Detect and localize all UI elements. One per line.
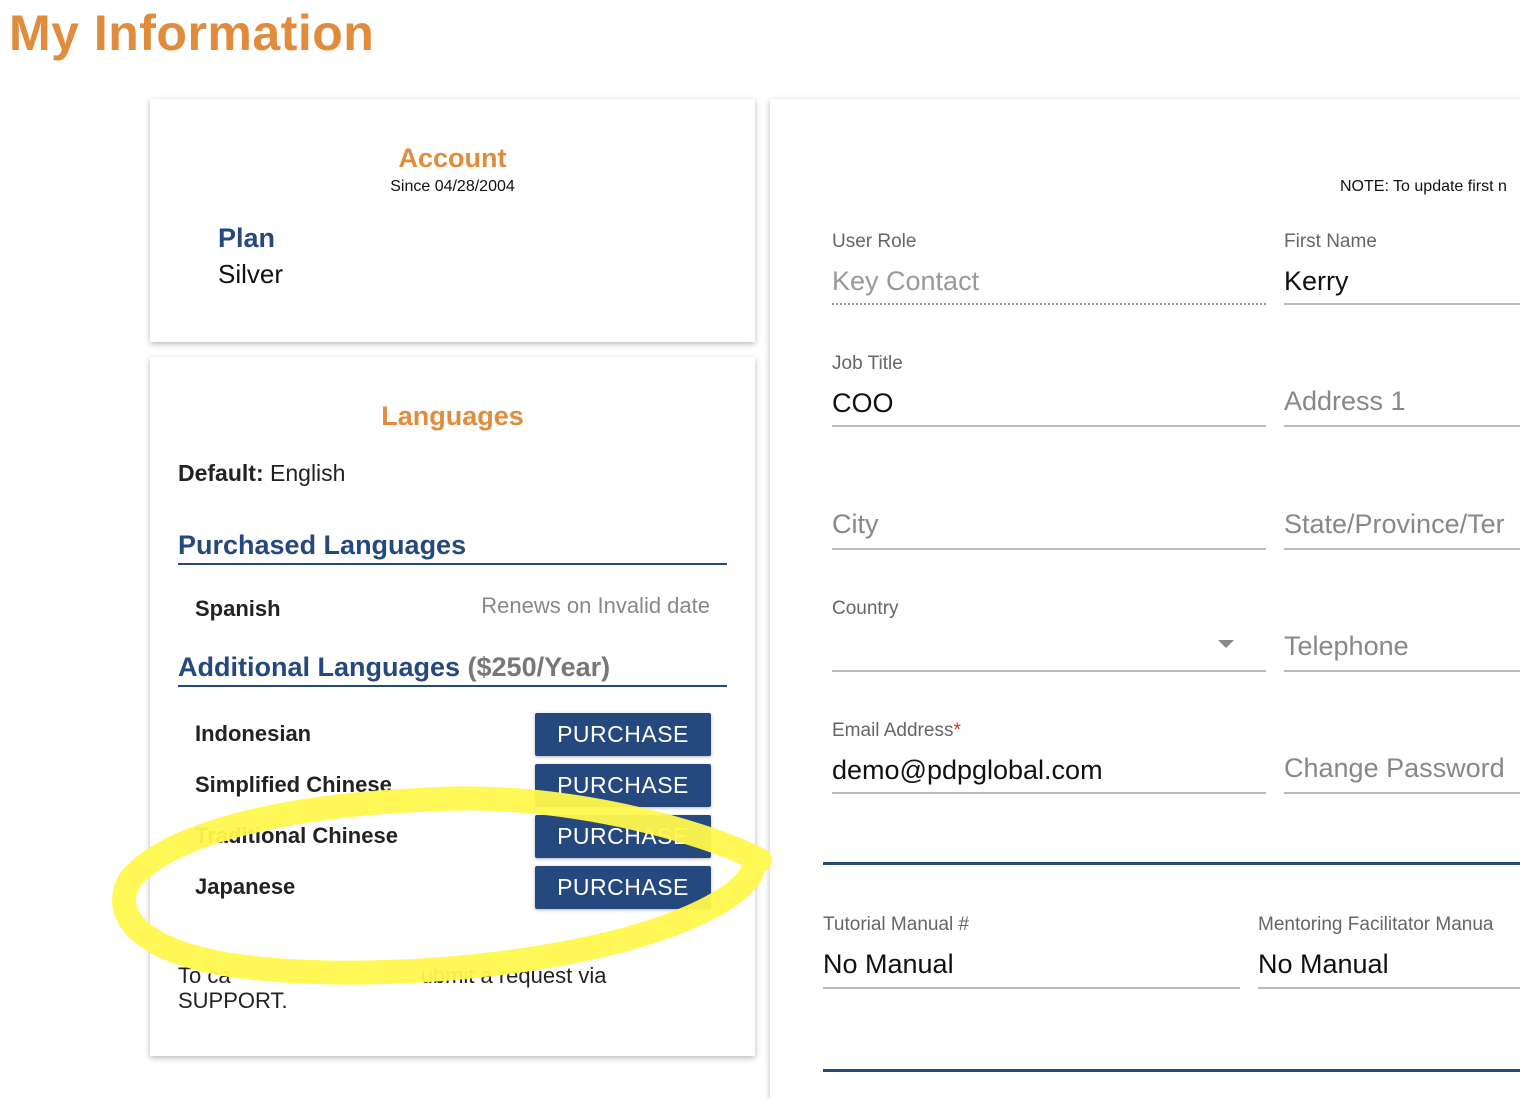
language-name-simplified-chinese: Simplified Chinese (195, 772, 392, 797)
change-password-input[interactable]: Change Password (1284, 753, 1505, 784)
languages-heading: Languages (381, 401, 524, 431)
first-name-field[interactable]: First Name Kerry (1284, 229, 1520, 309)
first-name-input[interactable]: Kerry (1284, 266, 1349, 297)
update-name-note: NOTE: To update first n (1340, 178, 1507, 195)
user-role-label: User Role (832, 231, 917, 252)
account-card: Account Since 04/28/2004 Plan Silver (150, 99, 755, 342)
mentoring-manual-value[interactable]: No Manual (1258, 949, 1389, 980)
mentoring-manual-label: Mentoring Facilitator Manua (1258, 914, 1494, 935)
default-language: Default: English (178, 460, 345, 487)
user-role-value: Key Contact (832, 266, 980, 296)
purchased-language-name: Spanish (195, 596, 281, 621)
job-title-input[interactable]: COO (832, 388, 894, 419)
first-name-underline (1284, 303, 1520, 305)
first-name-label: First Name (1284, 231, 1377, 252)
tutorial-manual-underline (823, 987, 1240, 989)
account-heading: Account (398, 143, 507, 173)
telephone-input[interactable]: Telephone (1284, 631, 1409, 662)
country-underline (832, 670, 1266, 672)
tutorial-manual-value[interactable]: No Manual (823, 949, 954, 980)
plan-label: Plan (218, 223, 276, 253)
change-password-field[interactable]: Change Password (1284, 718, 1520, 798)
purchased-language-status: Renews on Invalid date (481, 593, 710, 618)
purchase-indonesian-button[interactable]: PURCHASE (535, 713, 711, 756)
languages-card: Languages Default: English Purchased Lan… (150, 357, 755, 1056)
address1-underline (1284, 425, 1520, 427)
section-divider-bottom (823, 1069, 1520, 1072)
mentoring-manual-field[interactable]: Mentoring Facilitator Manua No Manual (1258, 912, 1520, 992)
job-title-label: Job Title (832, 353, 903, 374)
language-name-japanese: Japanese (195, 874, 296, 899)
country-label: Country (832, 598, 899, 619)
profile-card: NOTE: To update first n User Role Key Co… (770, 99, 1520, 1099)
email-underline (832, 792, 1266, 794)
language-name-traditional-chinese: Traditional Chinese (195, 823, 398, 848)
default-language-label: Default: (178, 460, 264, 486)
cancel-note-start: To ca (178, 963, 231, 988)
tutorial-manual-field[interactable]: Tutorial Manual # No Manual (823, 912, 1240, 992)
tutorial-manual-label: Tutorial Manual # (823, 914, 970, 935)
purchase-japanese-button[interactable]: PURCHASE (535, 866, 711, 909)
additional-languages-label: Additional Languages (178, 652, 461, 682)
address1-field[interactable]: Address 1 (1284, 351, 1520, 431)
account-since: Since 04/28/2004 (390, 178, 515, 195)
city-input[interactable]: City (832, 509, 879, 540)
city-field[interactable]: City (832, 474, 1266, 554)
user-role-field: User Role Key Contact (832, 229, 1266, 309)
state-underline (1284, 548, 1520, 550)
country-select[interactable]: Country (832, 596, 1266, 676)
cancel-note: To ca ubmit a request via SUPPORT. (178, 963, 678, 1013)
mentoring-manual-underline (1258, 987, 1520, 989)
support-link[interactable]: SUPPORT. (178, 988, 288, 1013)
change-password-underline (1284, 792, 1520, 794)
purchased-languages-title: Purchased Languages (178, 530, 727, 565)
email-label-text: Email Address (832, 720, 954, 741)
job-title-field[interactable]: Job Title COO (832, 351, 1266, 431)
plan-value: Silver (218, 259, 284, 289)
cancel-note-end: ubmit a request via (420, 963, 607, 988)
email-field[interactable]: Email Address* demo@pdpglobal.com (832, 718, 1266, 798)
required-mark: * (953, 720, 961, 741)
purchase-simplified-chinese-button[interactable]: PURCHASE (535, 764, 711, 807)
email-input[interactable]: demo@pdpglobal.com (832, 755, 1103, 786)
section-divider (823, 862, 1520, 865)
user-role-underline (832, 303, 1266, 305)
job-title-underline (832, 425, 1266, 427)
state-field[interactable]: State/Province/Ter (1284, 474, 1520, 554)
telephone-field[interactable]: Telephone (1284, 596, 1520, 676)
purchase-traditional-chinese-button[interactable]: PURCHASE (535, 815, 711, 858)
city-underline (832, 548, 1266, 550)
chevron-down-icon[interactable] (1218, 640, 1234, 648)
address1-input[interactable]: Address 1 (1284, 386, 1406, 417)
default-language-value: English (270, 460, 346, 486)
state-input[interactable]: State/Province/Ter (1284, 509, 1505, 540)
telephone-underline (1284, 670, 1520, 672)
additional-languages-price: ($250/Year) (467, 652, 611, 682)
page-title: My Information (9, 5, 375, 61)
email-label: Email Address* (832, 720, 961, 742)
language-name-indonesian: Indonesian (195, 721, 312, 746)
additional-languages-title: Additional Languages ($250/Year) (178, 652, 727, 687)
